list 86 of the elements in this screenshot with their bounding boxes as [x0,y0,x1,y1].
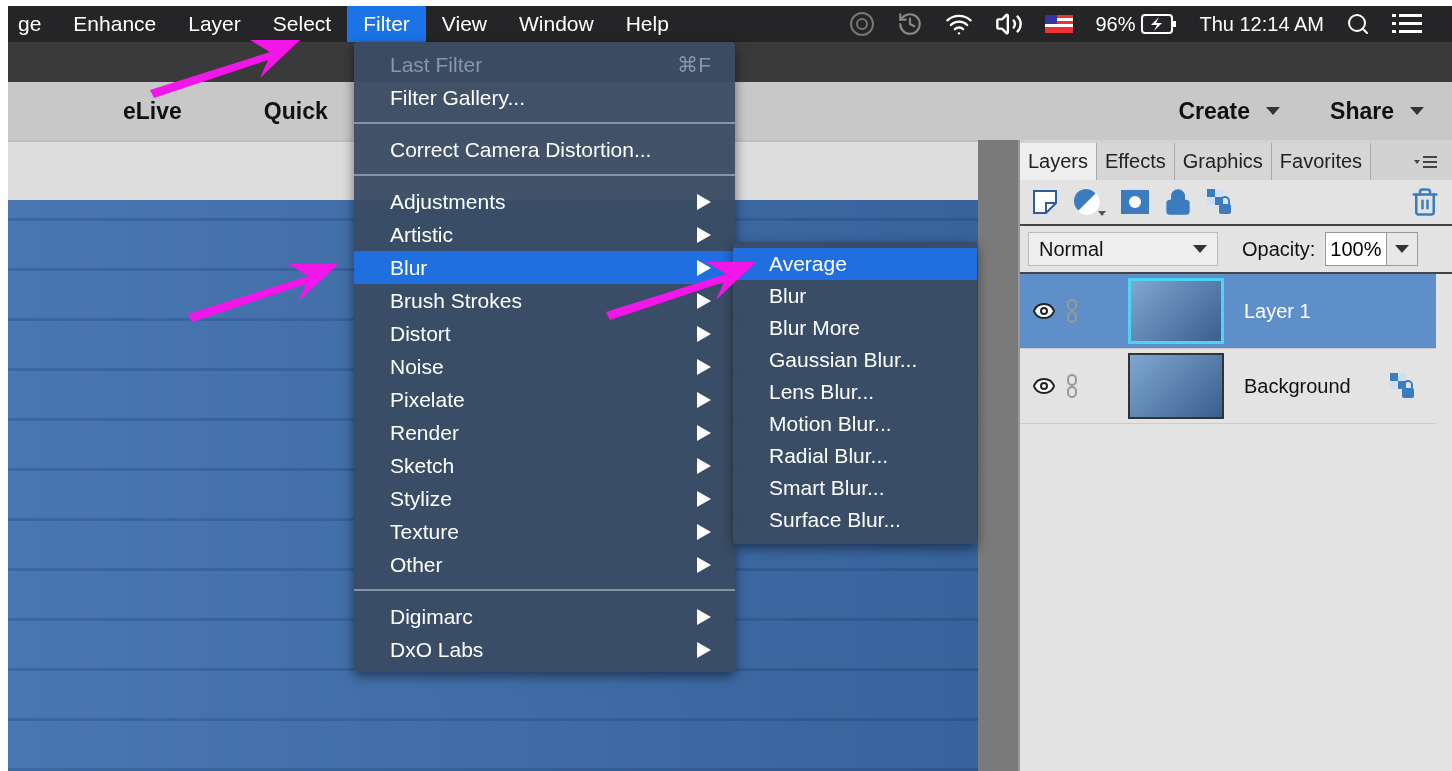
submenu-item[interactable]: Pixelate [354,383,735,416]
submenu-arrow-icon [697,556,711,573]
opacity-dropdown-button[interactable] [1385,233,1417,265]
menu-item[interactable]: Surface Blur... [733,504,977,536]
lock-icon[interactable] [1164,188,1192,216]
submenu-item[interactable]: Brush Strokes [354,284,735,317]
link-icon [1066,299,1078,323]
transparency-lock-icon [1206,188,1234,216]
menu-title[interactable]: View [425,6,503,42]
submenu-item[interactable]: Sketch [354,449,735,482]
menu-item[interactable]: Blur More [733,312,977,344]
layer-name: Background [1244,374,1351,398]
menu-item[interactable]: Motion Blur... [733,408,977,440]
flag-icon[interactable] [1045,15,1074,33]
caret-down-icon [1266,107,1281,115]
submenu-item[interactable]: Render [354,416,735,449]
time-machine-icon[interactable] [897,11,924,37]
submenu-arrow-icon [697,193,711,210]
menu-item[interactable]: Correct Camera Distortion... [354,133,735,166]
submenu-arrow-icon [697,424,711,441]
menu-item[interactable]: Blur [733,280,977,312]
submenu-arrow-icon [697,457,711,474]
menu-item[interactable]: Filter Gallery... [354,81,735,114]
submenu-item[interactable]: Texture [354,515,735,548]
menu-title[interactable]: ge [2,6,58,42]
menu-item[interactable]: Gaussian Blur... [733,344,977,376]
opacity-label: Opacity: [1242,237,1316,261]
submenu-arrow-icon [697,608,711,625]
annotation-arrow-icon [606,260,756,320]
layer-name: Layer 1 [1244,299,1311,323]
submenu-arrow-icon [697,226,711,243]
submenu-arrow-icon [697,490,711,507]
submenu-arrow-icon [697,523,711,540]
submenu-item[interactable]: Stylize [354,482,735,515]
transparency-lock-icon [1388,372,1417,400]
trash-icon[interactable] [1410,187,1440,217]
clock[interactable]: Thu 12:14 AM [1199,12,1324,36]
annotation-arrow-icon [150,38,300,98]
menu-item[interactable]: Radial Blur... [733,440,977,472]
submenu-item[interactable]: Digimarc [354,600,735,633]
layer-mask-icon[interactable] [1120,189,1150,215]
menu-title[interactable]: Select [256,6,348,42]
dropdown-arrow-icon [1193,245,1207,253]
action-button[interactable]: Share [1330,97,1424,125]
new-layer-icon[interactable] [1032,189,1058,215]
panel-tab[interactable]: Effects [1097,143,1175,180]
submenu-item[interactable]: Noise [354,350,735,383]
battery-charging-icon[interactable] [1141,14,1178,34]
panel-tab[interactable]: Layers [1020,143,1098,180]
menu-title[interactable]: Window [503,6,610,42]
annotation-arrow-icon [188,262,338,322]
submenu-item[interactable]: Other [354,548,735,581]
menu-title[interactable]: Help [609,6,685,42]
submenu-arrow-icon [697,259,711,276]
search-icon[interactable] [1346,12,1370,36]
submenu-arrow-icon [697,391,711,408]
submenu-item[interactable]: Blur [354,251,735,284]
submenu-arrow-icon [697,641,711,658]
opacity-field[interactable]: 100% [1325,232,1418,266]
submenu-arrow-icon [697,325,711,342]
caret-down-icon [1394,245,1409,253]
submenu-arrow-icon [697,292,711,309]
submenu-item[interactable]: DxO Labs [354,633,735,666]
panel-tab[interactable]: Favorites [1271,143,1372,180]
menu-title[interactable]: Enhance [57,6,173,42]
panel-menu-icon[interactable] [1414,154,1438,169]
menu-title[interactable]: Filter [347,6,426,42]
menu-title[interactable]: Layer [172,6,257,42]
menu-item[interactable]: Smart Blur... [733,472,977,504]
link-icon [1066,374,1078,398]
menu-item[interactable]: Average [733,248,977,280]
mode-tab[interactable]: Quick [263,97,328,125]
list-icon[interactable] [1392,13,1422,35]
submenu-item[interactable]: Distort [354,317,735,350]
submenu-item[interactable]: Adjustments [354,185,735,218]
blend-mode-dropdown[interactable]: Normal [1028,232,1218,266]
menu-item[interactable]: Lens Blur... [733,376,977,408]
submenu-item[interactable]: Artistic [354,218,735,251]
action-button[interactable]: Create [1178,97,1281,125]
shortcut-label: ⌘F [677,52,711,77]
panel-tab[interactable]: Graphics [1174,143,1272,180]
battery-percentage: 96% [1095,12,1136,36]
submenu-arrow-icon [697,358,711,375]
mode-tab[interactable]: eLive [123,97,182,125]
caret-down-icon [1410,107,1424,115]
adjustment-layer-icon[interactable] [1072,187,1106,217]
